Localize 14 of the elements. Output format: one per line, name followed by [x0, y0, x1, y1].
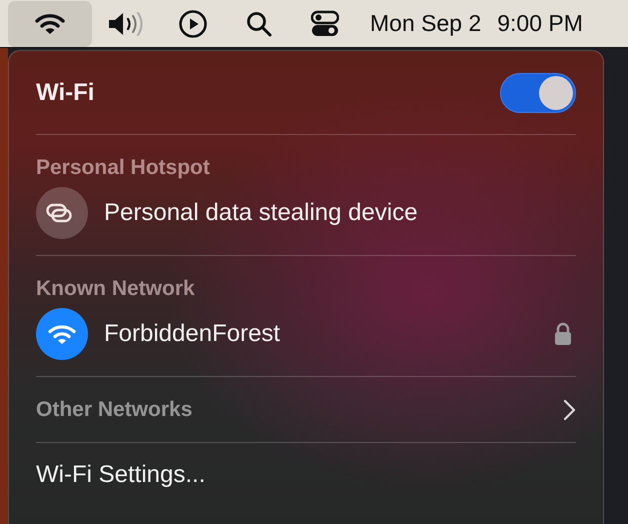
wifi-settings-link[interactable]: Wi-Fi Settings...: [36, 460, 206, 488]
menu-bar-time[interactable]: 9:00 PM: [497, 10, 583, 37]
section-heading: Known Network: [36, 276, 196, 302]
chevron-right-icon: [562, 398, 576, 420]
section-heading: Personal Hotspot: [36, 155, 211, 181]
wifi-title: Wi-Fi: [36, 78, 94, 106]
network-item[interactable]: Personal data stealing device: [36, 187, 576, 239]
network-item[interactable]: ForbiddenForest: [36, 308, 576, 360]
network-name: Personal data stealing device: [104, 199, 419, 227]
other-networks-row[interactable]: Other Networks: [36, 377, 576, 442]
network-name: ForbiddenForest: [104, 320, 282, 348]
menu-bar-date[interactable]: Mon Sep 2: [370, 10, 482, 37]
wifi-toggle[interactable]: [500, 72, 576, 112]
wifi-menu-icon[interactable]: [8, 0, 92, 46]
